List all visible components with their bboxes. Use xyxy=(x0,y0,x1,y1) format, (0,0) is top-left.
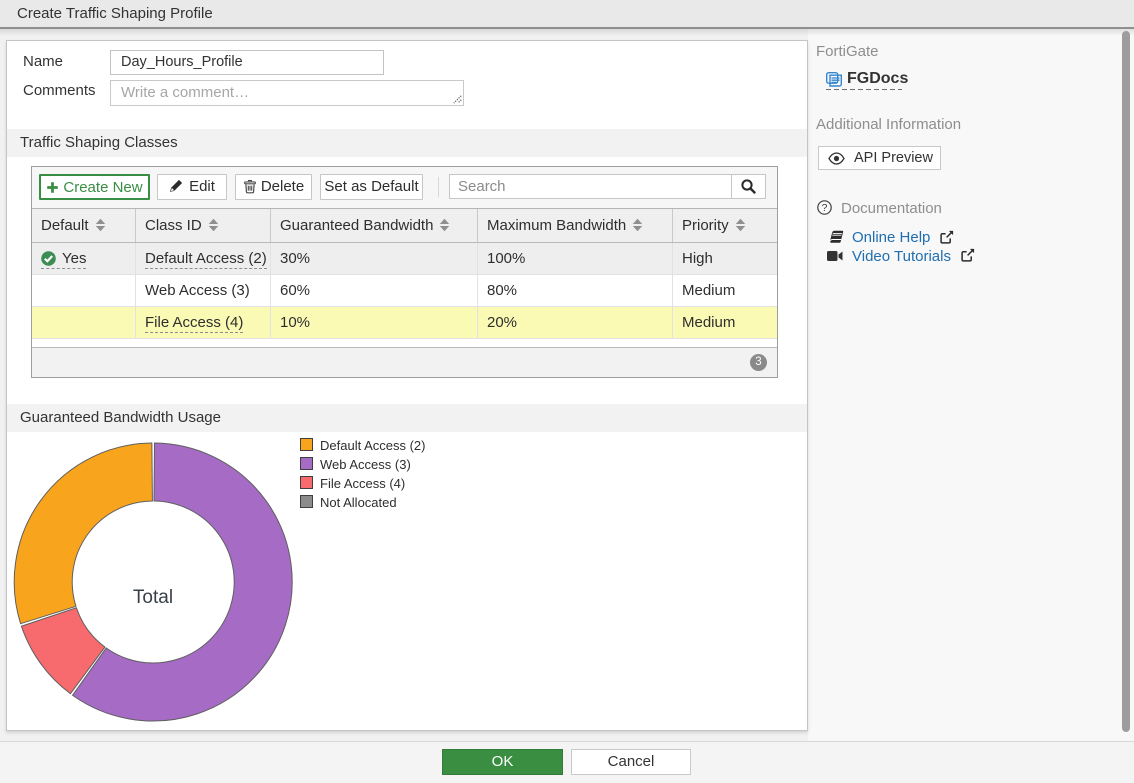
svg-text:?: ? xyxy=(822,202,828,214)
